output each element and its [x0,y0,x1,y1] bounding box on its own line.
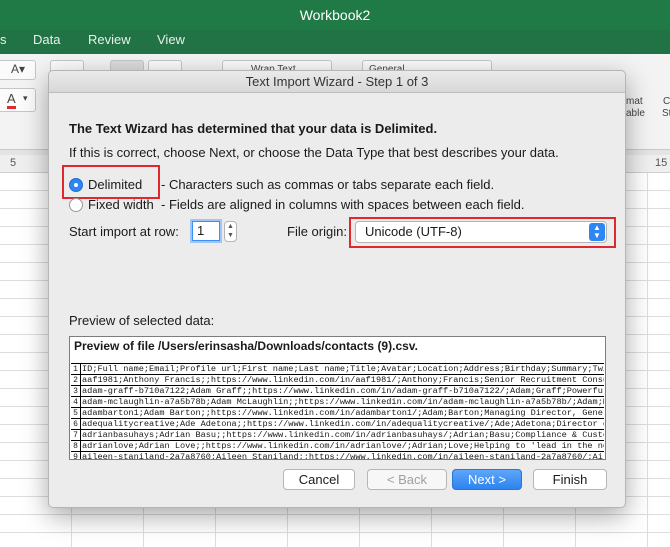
highlight-box-file-origin [349,217,616,248]
radio-label-fixed-width: Fixed width [88,197,154,212]
row-number: 4 [71,396,81,407]
preview-rows: 1 ID;Full name;Email;Profile url;First na… [71,363,604,460]
file-origin-label: File origin: [287,224,347,239]
stepper-up-icon[interactable]: ▲ [225,222,236,231]
start-row-input[interactable]: 1 [192,221,220,241]
font-color-icon: A [7,91,16,109]
row-number: 1 [71,363,81,374]
text-import-wizard-dialog: Text Import Wizard - Step 1 of 3 The Tex… [48,70,626,508]
next-button[interactable]: Next > [452,469,522,490]
start-import-label: Start import at row: [69,224,179,239]
row-text: adequalitycreative;Ade Adetona;;https://… [81,418,604,429]
row-text: adrianlove;Adrian Love;;https://www.link… [81,440,604,451]
preview-row: 9 aileen-staniland-2a7a8760;Aileen Stanil… [71,451,604,460]
font-color-control[interactable]: A ▾ [0,88,36,112]
font-size-control[interactable]: A▾ [0,60,36,80]
finish-button[interactable]: Finish [533,469,607,490]
wizard-heading: The Text Wizard has determined that your… [69,121,438,136]
back-button[interactable]: < Back [367,469,447,490]
radio-fixed-width[interactable] [69,198,83,212]
row-number: 8 [71,440,81,451]
preview-row: 5 adambarton1;Adam Barton;;https://www.li… [71,407,604,418]
cancel-button[interactable]: Cancel [283,469,355,490]
preview-pane[interactable]: Preview of file /Users/erinsasha/Downloa… [69,336,606,460]
font-size-icon: A▾ [11,62,26,76]
chevron-down-icon: ▾ [23,93,28,103]
preview-row: 4 adam-mclaughlin-a7a5b78b;Adam McLaughli… [71,396,604,407]
ribbon-tabs: s Data Review View [0,30,670,54]
row-number: 3 [71,385,81,396]
window-title: Workbook2 [0,0,670,30]
start-row-stepper[interactable]: ▲ ▼ [224,221,237,242]
format-table-label: able [626,108,645,119]
preview-row: 6 adequalitycreative;Ade Adetona;;https:/… [71,418,604,429]
conditional-format-label: mat [626,96,643,107]
row-text: adam-graff-b710a7122;Adam Graff;;https:/… [81,385,604,396]
row-text: adam-mclaughlin-a7a5b78b;Adam McLaughlin… [81,396,604,407]
cell-styles-label-2: St [662,108,670,119]
option-fixed-width[interactable]: Fixed width - Fields are aligned in colu… [69,196,589,214]
fixed-width-description: - Fields are aligned in columns with spa… [161,197,525,212]
row-text: aileen-staniland-2a7a8760;Aileen Stanila… [81,451,604,460]
ribbon-tab-view[interactable]: View [157,30,185,50]
row-text: adrianbasuhays;Adrian Basu;;https://www.… [81,429,604,440]
ribbon-tab-partial[interactable]: s [0,30,7,50]
dialog-title: Text Import Wizard - Step 1 of 3 [49,71,625,93]
row-number: 7 [71,429,81,440]
column-label: 5 [10,157,17,169]
row-number: 5 [71,407,81,418]
ribbon-tab-data[interactable]: Data [33,30,60,50]
column-label: 15 [655,157,668,169]
wizard-instructions: If this is correct, choose Next, or choo… [69,145,559,160]
preview-row: 1 ID;Full name;Email;Profile url;First na… [71,363,604,374]
row-text: aaf1981;Anthony Francis;;https://www.lin… [81,374,604,385]
ribbon-tab-review[interactable]: Review [88,30,131,50]
preview-row: 8 adrianlove;Adrian Love;;https://www.lin… [71,440,604,451]
delimited-description: - Characters such as commas or tabs sepa… [161,177,495,192]
row-number: 9 [71,451,81,459]
preview-title: Preview of file /Users/erinsasha/Downloa… [74,339,418,353]
row-text: adambarton1;Adam Barton;;https://www.lin… [81,407,604,418]
row-number: 6 [71,418,81,429]
stepper-down-icon[interactable]: ▼ [225,231,236,240]
cell-styles-label-1: C [663,96,670,107]
row-text: ID;Full name;Email;Profile url;First nam… [81,363,604,374]
preview-row: 2 aaf1981;Anthony Francis;;https://www.li… [71,374,604,385]
preview-row: 3 adam-graff-b710a7122;Adam Graff;;https:… [71,385,604,396]
highlight-box-delimited [62,165,160,199]
preview-row: 7 adrianbasuhays;Adrian Basu;;https://www… [71,429,604,440]
preview-label: Preview of selected data: [69,313,215,328]
row-number: 2 [71,374,81,385]
